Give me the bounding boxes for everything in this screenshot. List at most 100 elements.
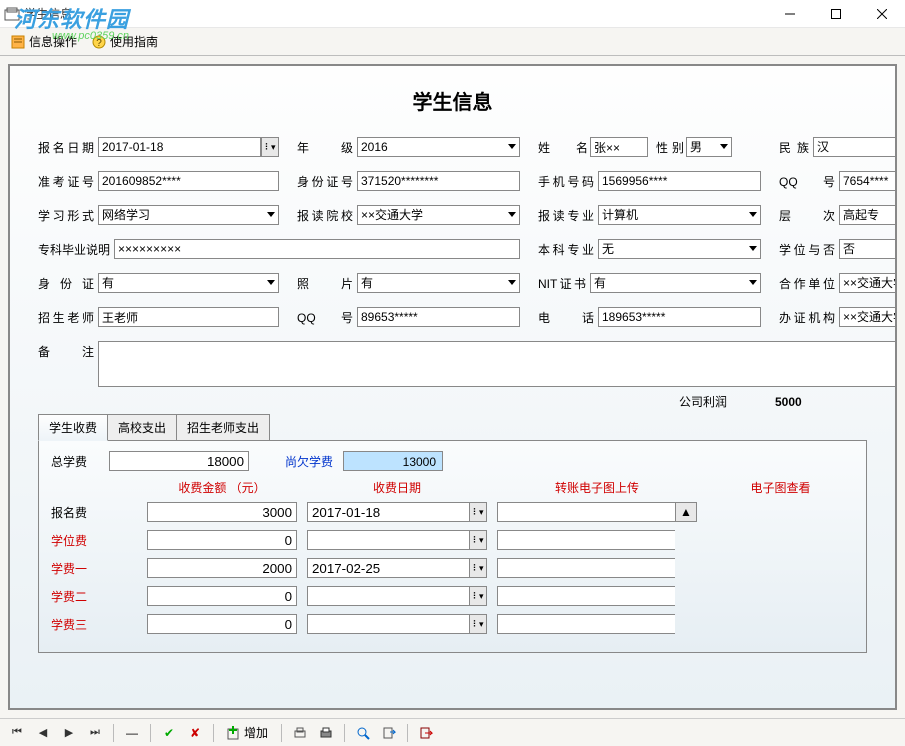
partner-select[interactable]: ××交通大学 [839,273,897,293]
form-grid: 报名日期 ⠇▾ 年 级 2016 姓 名 性别 男 民族 汉 [38,137,867,387]
confirm-button[interactable]: ✔ [158,723,180,743]
nav-last-button[interactable]: ⏭ [84,723,106,743]
fee-upload-input[interactable] [497,558,675,578]
fee-date-dropdown[interactable]: ⠇▾ [469,530,487,550]
fee-date-dropdown[interactable]: ⠇▾ [469,586,487,606]
export-button[interactable] [378,723,400,743]
nav-prev-button[interactable]: ◀ [32,723,54,743]
id-card-select[interactable]: 有 [98,273,279,293]
field-nit: NIT证书 有 [538,273,761,293]
tab-school-pay[interactable]: 高校支出 [107,414,177,441]
fee-tabs: 学生收费 高校支出 招生老师支出 [38,414,867,441]
bachelor-major-select[interactable]: 无 [598,239,761,259]
print-setup-button[interactable] [289,723,311,743]
reg-date-input[interactable] [98,137,261,157]
field-id-card: 身 份 证 有 [38,273,279,293]
fee-upload-button[interactable]: ▲ [675,502,697,522]
cert-org-select[interactable]: ××交通大学 [839,307,897,327]
field-photo: 照 片 有 [297,273,520,293]
maximize-button[interactable] [813,0,859,28]
total-fee-input[interactable] [109,451,249,471]
field-recruiter: 招生老师 [38,307,279,327]
fee-date-input[interactable] [307,502,469,522]
study-form-select[interactable]: 网络学习 [98,205,279,225]
fee-view-cell [707,586,854,606]
ethnic-select[interactable]: 汉 [813,137,897,157]
junior-desc-input[interactable] [114,239,520,259]
fee-date-dropdown[interactable]: ⠇▾ [469,614,487,634]
gender-select[interactable]: 男 [686,137,732,157]
fee-upload-input[interactable] [497,586,675,606]
profit-value: 5000 [775,395,863,409]
nit-select[interactable]: 有 [590,273,761,293]
nav-first-button[interactable]: ⏮ [6,723,28,743]
recruiter-input[interactable] [98,307,279,327]
fee-upload-input[interactable] [497,614,675,634]
menu-info-operation[interactable]: 信息操作 [4,31,83,52]
fee-upload-input[interactable] [497,502,675,522]
reg-date-dropdown[interactable]: ⠇▾ [261,137,279,157]
fee-date-dropdown[interactable]: ⠇▾ [469,558,487,578]
remark-textarea[interactable] [98,341,897,387]
field-partner: 合作单位 ××交通大学 [779,273,897,293]
fee-date-input[interactable] [307,586,469,606]
major-select[interactable]: 计算机 [598,205,761,225]
fee-headers: . 收费金额 （元） 收费日期 转账电子图上传 电子图查看 [51,479,854,496]
degree-select[interactable]: 否 [839,239,897,259]
fee-view-cell [707,530,854,550]
field-junior-desc: 专科毕业说明 [38,239,520,259]
fee-amount-input[interactable] [147,558,297,578]
exam-no-input[interactable] [98,171,279,191]
recruiter-phone-input[interactable] [598,307,761,327]
fee-row: 学费二⠇▾ [51,586,854,606]
preview-button[interactable] [352,723,374,743]
name-input[interactable] [590,137,648,157]
add-icon [227,726,241,740]
print-setup-icon [293,726,307,740]
qq-input[interactable] [839,171,897,191]
fee-date-input[interactable] [307,530,469,550]
add-button[interactable]: 增加 [221,722,274,743]
fee-top-row: 总学费 尚欠学费 13000 [51,451,854,471]
print-icon [319,726,333,740]
fee-row-label: 学费三 [51,616,137,633]
fee-date-dropdown[interactable]: ⠇▾ [469,502,487,522]
school-select[interactable]: ××交通大学 [357,205,520,225]
fee-row: 学费三 ⠇▾ [51,614,854,634]
field-grade: 年 级 2016 [297,137,520,157]
level-select[interactable]: 高起专 [839,205,897,225]
field-remark: 备 注 [38,341,897,387]
fee-amount-input[interactable] [147,586,297,606]
photo-select[interactable]: 有 [357,273,520,293]
exit-button[interactable] [415,723,437,743]
book-icon [10,34,26,50]
mobile-input[interactable] [598,171,761,191]
recruiter-qq-input[interactable] [357,307,520,327]
nav-next-button[interactable]: ▶ [58,723,80,743]
grade-select[interactable]: 2016 [357,137,520,157]
export-icon [382,726,396,740]
menu-guide[interactable]: ? 使用指南 [85,31,164,52]
close-button[interactable] [859,0,905,28]
fee-amount-input[interactable] [147,530,297,550]
tab-student-fee[interactable]: 学生收费 [38,414,108,441]
fee-row-label: 报名费 [51,504,137,521]
fee-upload-input[interactable] [497,530,675,550]
tab-teacher-pay[interactable]: 招生老师支出 [176,414,270,441]
delete-button[interactable]: — [121,723,143,743]
print-button[interactable] [315,723,337,743]
fee-date-input[interactable] [307,614,469,634]
id-no-input[interactable] [357,171,520,191]
minimize-button[interactable] [767,0,813,28]
menubar: 信息操作 ? 使用指南 [0,28,905,56]
field-recruiter-qq: QQ 号 [297,307,520,327]
content-area: 学生信息 报名日期 ⠇▾ 年 级 2016 姓 名 性别 男 [0,56,905,718]
cancel-button[interactable]: ✘ [184,723,206,743]
fee-view-cell [707,614,854,634]
fee-date-input[interactable] [307,558,469,578]
field-major: 报读专业 计算机 [538,205,761,225]
fee-amount-input[interactable] [147,614,297,634]
field-study-form: 学习形式 网络学习 [38,205,279,225]
fee-amount-input[interactable] [147,502,297,522]
field-ethnic: 民族 汉 [779,137,897,157]
